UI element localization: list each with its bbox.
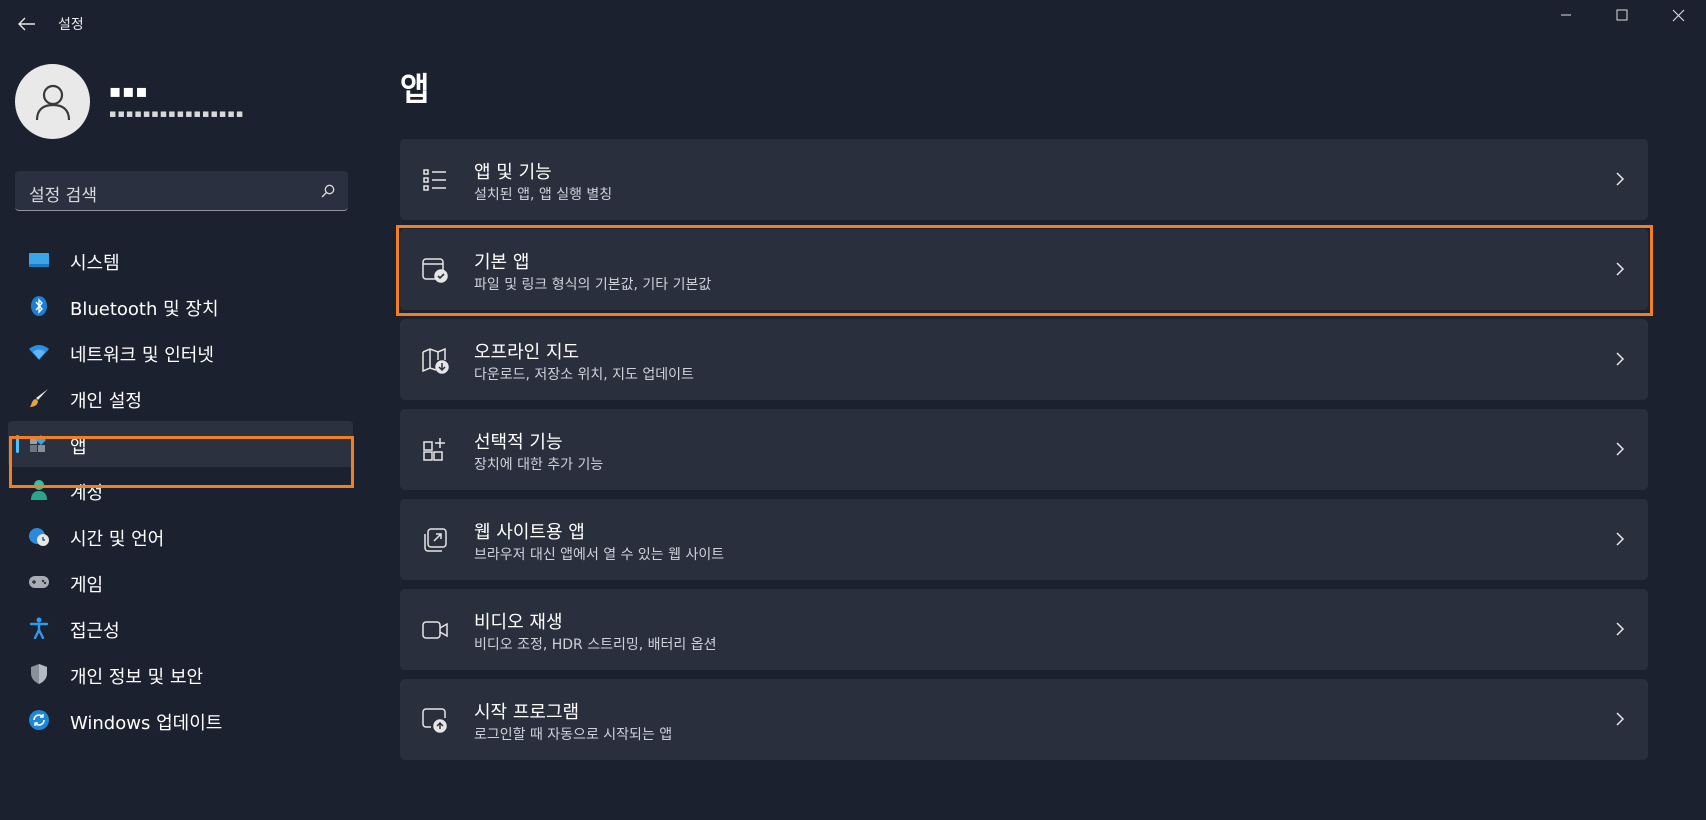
gamepad-icon (28, 571, 50, 593)
user-profile[interactable]: ▪▪▪ ▪▪▪▪▪▪▪▪▪▪▪▪▪▪▪▪ (15, 64, 355, 140)
minimize-button[interactable] (1538, 0, 1594, 30)
card-subtitle: 장치에 대한 추가 기능 (474, 457, 604, 473)
card-title: 기본 앱 (474, 252, 530, 273)
person-icon (35, 84, 70, 120)
card-optional-features[interactable]: 선택적 기능 장치에 대한 추가 기능 (400, 409, 1648, 490)
page-title: 앱 (400, 70, 430, 108)
card-title: 선택적 기능 (474, 432, 563, 453)
search-icon (321, 184, 335, 198)
person-icon (28, 479, 50, 501)
app-title: 설정 (58, 17, 84, 33)
bluetooth-icon (28, 295, 50, 317)
sidebar-item-label: 시간 및 언어 (70, 529, 165, 550)
sidebar-item-label: 게임 (70, 575, 104, 596)
search-button[interactable] (318, 181, 338, 201)
title-bar: 설정 (0, 0, 1706, 48)
chevron-right-icon (1612, 439, 1628, 459)
back-button[interactable] (12, 10, 42, 38)
card-apps-features[interactable]: 앱 및 기능 설치된 앱, 앱 실행 별칭 (400, 139, 1648, 220)
sidebar-item-label: 네트워크 및 인터넷 (70, 345, 214, 366)
sidebar-item-accounts[interactable]: 계정 (8, 467, 353, 513)
chevron-right-icon (1612, 169, 1628, 189)
card-title: 앱 및 기능 (474, 162, 552, 183)
chevron-right-icon (1612, 619, 1628, 639)
accessibility-icon (28, 617, 50, 639)
apps-icon (28, 433, 50, 455)
card-startup[interactable]: 시작 프로그램 로그인할 때 자동으로 시작되는 앱 (400, 679, 1648, 760)
close-icon (1672, 9, 1684, 21)
sidebar-item-personalization[interactable]: 개인 설정 (8, 375, 353, 421)
monitor-icon (28, 249, 50, 271)
chevron-right-icon (1612, 349, 1628, 369)
video-icon (420, 615, 450, 645)
shield-icon (28, 663, 50, 685)
grid-add-icon (420, 435, 450, 465)
card-offline-maps[interactable]: 오프라인 지도 다운로드, 저장소 위치, 지도 업데이트 (400, 319, 1648, 400)
sidebar-item-label: Windows 업데이트 (70, 713, 223, 734)
card-title: 웹 사이트용 앱 (474, 522, 585, 543)
startup-icon (420, 705, 450, 735)
maximize-icon (1616, 9, 1628, 21)
card-subtitle: 비디오 조정, HDR 스트리밍, 배터리 옵션 (474, 637, 717, 653)
default-app-icon (420, 255, 450, 285)
sidebar-item-apps[interactable]: 앱 (8, 421, 353, 467)
sidebar-item-label: Bluetooth 및 장치 (70, 299, 219, 320)
user-email: ▪▪▪▪▪▪▪▪▪▪▪▪▪▪▪▪ (109, 107, 245, 120)
open-external-icon (420, 525, 450, 555)
wifi-icon (28, 341, 50, 363)
update-icon (28, 709, 50, 731)
map-download-icon (420, 345, 450, 375)
sidebar-item-windows-update[interactable]: Windows 업데이트 (8, 697, 353, 743)
sidebar-item-label: 접근성 (70, 621, 120, 642)
sidebar-item-label: 계정 (70, 483, 104, 504)
sidebar-item-system[interactable]: 시스템 (8, 237, 353, 283)
sidebar-item-label: 시스템 (70, 253, 120, 274)
search-input[interactable]: 설정 검색 (29, 181, 97, 206)
list-icon (420, 165, 450, 195)
user-name: ▪▪▪ (109, 81, 149, 102)
card-title: 오프라인 지도 (474, 342, 580, 363)
globe-clock-icon (28, 525, 50, 547)
chevron-right-icon (1612, 259, 1628, 279)
close-button[interactable] (1650, 0, 1706, 30)
card-subtitle: 파일 및 링크 형식의 기본값, 기타 기본값 (474, 277, 712, 293)
maximize-button[interactable] (1594, 0, 1650, 30)
sidebar-item-label: 개인 정보 및 보안 (70, 667, 204, 688)
card-subtitle: 다운로드, 저장소 위치, 지도 업데이트 (474, 367, 694, 383)
card-title: 시작 프로그램 (474, 702, 580, 723)
sidebar-item-network[interactable]: 네트워크 및 인터넷 (8, 329, 353, 375)
card-apps-for-websites[interactable]: 웹 사이트용 앱 브라우저 대신 앱에서 열 수 있는 웹 사이트 (400, 499, 1648, 580)
sidebar-item-label: 개인 설정 (70, 391, 142, 412)
back-arrow-icon (18, 17, 35, 31)
card-default-apps[interactable]: 기본 앱 파일 및 링크 형식의 기본값, 기타 기본값 (400, 229, 1648, 310)
card-video-playback[interactable]: 비디오 재생 비디오 조정, HDR 스트리밍, 배터리 옵션 (400, 589, 1648, 670)
card-subtitle: 설치된 앱, 앱 실행 별칭 (474, 187, 613, 203)
sidebar-item-privacy[interactable]: 개인 정보 및 보안 (8, 651, 353, 697)
card-subtitle: 로그인할 때 자동으로 시작되는 앱 (474, 727, 673, 743)
minimize-icon (1561, 14, 1571, 16)
card-title: 비디오 재생 (474, 612, 563, 633)
sidebar-item-gaming[interactable]: 게임 (8, 559, 353, 605)
sidebar-item-accessibility[interactable]: 접근성 (8, 605, 353, 651)
sidebar-item-bluetooth[interactable]: Bluetooth 및 장치 (8, 283, 353, 329)
sidebar-item-label: 앱 (70, 437, 87, 458)
chevron-right-icon (1612, 709, 1628, 729)
brush-icon (28, 387, 50, 409)
card-subtitle: 브라우저 대신 앱에서 열 수 있는 웹 사이트 (474, 547, 725, 563)
settings-search-box[interactable]: 설정 검색 (15, 171, 348, 211)
selection-indicator (16, 435, 19, 453)
chevron-right-icon (1612, 529, 1628, 549)
avatar (15, 64, 90, 139)
sidebar-item-time-language[interactable]: 시간 및 언어 (8, 513, 353, 559)
